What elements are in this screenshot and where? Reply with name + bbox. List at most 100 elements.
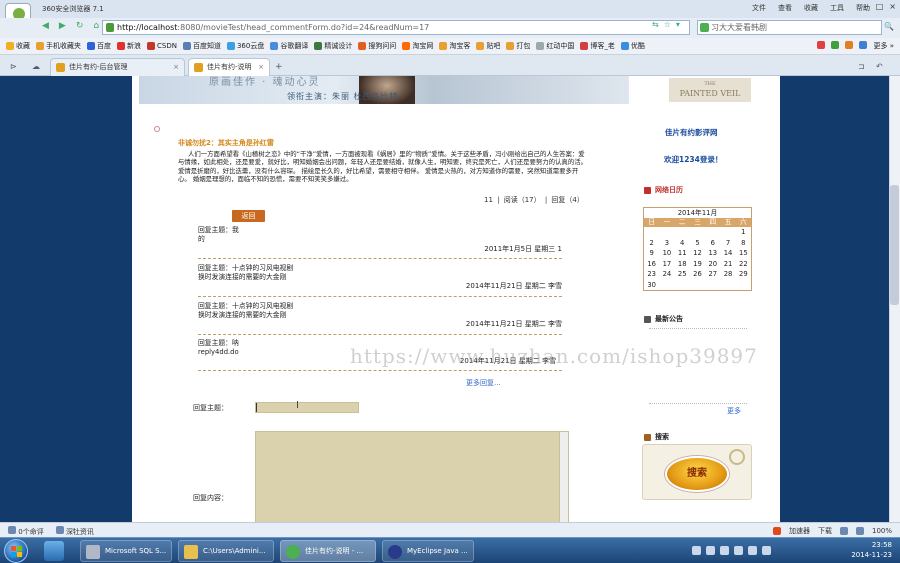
search-input[interactable]: 习大大爱看韩剧	[697, 20, 882, 35]
bookmark-item[interactable]: 新浪	[117, 41, 141, 51]
taskbar-explorer[interactable]: C:\Users\Admini...	[178, 540, 274, 562]
address-row: ◀ ▶ ↻ ⌂ http://localhost:8080/movieTest/…	[0, 18, 900, 38]
menu-tools[interactable]: 工具	[830, 3, 844, 13]
window-controls: − □ ×	[863, 2, 896, 11]
bookmark-item[interactable]: 百度知道	[182, 41, 221, 51]
bookmark-item[interactable]: CSDN	[147, 42, 177, 50]
site-search-button[interactable]: 搜索	[665, 456, 729, 492]
start-button[interactable]	[4, 539, 28, 563]
sogou-icon	[358, 42, 367, 50]
system-tray	[692, 546, 771, 555]
status-news[interactable]: 深牡资讯	[55, 526, 94, 537]
calendar-week: 9 10 11 12 13 14 15	[649, 249, 748, 258]
article-stats[interactable]: 11 | 阅读（17） | 回复（4）	[484, 195, 584, 205]
menu-favorites[interactable]: 收藏	[804, 3, 818, 13]
clock[interactable]: 23:58 2014-11-23	[851, 540, 892, 560]
new-tab-icon[interactable]: +	[275, 62, 283, 72]
reply-content-textarea[interactable]	[255, 431, 569, 522]
bookmark-item[interactable]: 打包	[506, 41, 530, 51]
bookmark-favorites[interactable]: 收藏	[6, 41, 30, 51]
taskbar-myeclipse[interactable]: MyEclipse Java ...	[382, 540, 474, 562]
page-scrollbar-thumb[interactable]	[890, 185, 899, 305]
bookmark-item[interactable]: 贴吧	[476, 41, 500, 51]
sidebar-divider	[649, 328, 747, 329]
bookmark-item[interactable]: 淘宝网	[402, 41, 433, 51]
compat-mode-icon[interactable]: ⇆	[652, 20, 659, 29]
bookmark-item[interactable]: 手机收藏夹	[36, 41, 81, 51]
bookmark-item[interactable]: 360云盘	[226, 41, 264, 51]
textarea-scrollbar[interactable]	[559, 432, 568, 522]
article-title: 非诚勿扰2：其实主角是孙红雷	[178, 139, 274, 147]
tray-icon[interactable]	[706, 546, 715, 555]
bookmark-item[interactable]: 谷歌翻译	[270, 41, 308, 51]
volume-icon[interactable]	[762, 546, 771, 555]
address-bar[interactable]: http://localhost:8080/movieTest/head_com…	[102, 20, 690, 35]
notice-more-link[interactable]: 更多	[727, 406, 741, 416]
extension-icon[interactable]	[831, 41, 840, 49]
menu-view[interactable]: 查看	[778, 3, 792, 13]
translate-icon	[270, 42, 279, 50]
close-tab-icon[interactable]: ×	[173, 59, 179, 76]
screenshot-icon[interactable]	[855, 527, 864, 535]
refresh-icon[interactable]: ↻	[76, 21, 84, 31]
settings-icon[interactable]	[839, 527, 848, 535]
tray-icon[interactable]	[720, 546, 729, 555]
dropdown-icon[interactable]: ▾	[676, 20, 680, 29]
folder-icon	[506, 42, 515, 50]
globe-icon	[314, 42, 323, 50]
bookmark-item[interactable]: 搜狗问问	[358, 41, 396, 51]
web-page: 原画佳作 · 魂动心灵 领衔主演：朱丽 杜西多比特 THE PAINTED VE…	[132, 76, 780, 522]
extension-icon[interactable]	[845, 41, 854, 49]
status-download[interactable]: 下载	[818, 526, 832, 536]
reply-subject-input[interactable]	[255, 402, 359, 413]
cloud-tab-icon[interactable]: ☁	[32, 62, 40, 71]
myeclipse-icon	[388, 545, 402, 559]
calendar-icon	[644, 186, 651, 194]
back-arrow-icon[interactable]: ◀	[42, 21, 49, 31]
minimize-button[interactable]: −	[863, 2, 870, 11]
reply-item: 回复主题：十点钟的习风电视剧 换时发演连接的需要的大金刚 2014年11月21日…	[198, 302, 562, 336]
movie-banner: 原画佳作 · 魂动心灵 领衔主演：朱丽 杜西多比特	[139, 76, 629, 104]
tab-list-icon[interactable]: ⊳	[10, 62, 17, 71]
home-icon[interactable]: ⌂	[93, 21, 99, 31]
calendar-week: 16 17 18 19 20 21 22	[647, 259, 748, 268]
restore-tab-icon[interactable]: ⊐	[858, 62, 865, 71]
input-method-icon[interactable]	[772, 527, 781, 535]
bookmark-item[interactable]: 优酷	[620, 41, 645, 51]
taskbar-browser[interactable]: 佳片有约-说明 - ...	[280, 540, 376, 562]
bookmark-item[interactable]: 博客_老	[580, 41, 615, 51]
text-cursor-icon: I	[296, 400, 299, 411]
tab-description[interactable]: 佳片有约-说明 ×	[188, 58, 270, 76]
bookmarks-more[interactable]: 更多 »	[873, 41, 894, 51]
explorer-pin-icon[interactable]	[44, 541, 64, 561]
status-accelerator[interactable]: 加速器	[789, 526, 810, 536]
reply-body: 回复主题：十点钟的习风电视剧 换时发演连接的需要的大金刚	[198, 302, 294, 319]
maximize-button[interactable]: □	[876, 2, 884, 11]
tray-icon[interactable]	[692, 546, 701, 555]
close-button[interactable]: ×	[889, 2, 896, 11]
network-icon[interactable]	[748, 546, 757, 555]
calendar-widget: 2014年11月 日一二三四五六 1 2345678 9 10 11 12 13 14 15…	[643, 207, 752, 291]
bookmark-item[interactable]: 红动中国	[536, 41, 574, 51]
tray-icon[interactable]	[734, 546, 743, 555]
search-icon[interactable]: 🔍	[884, 22, 894, 31]
back-button[interactable]: 返回	[232, 210, 265, 222]
tab-admin[interactable]: 佳片有约-后台管理 ×	[50, 58, 185, 76]
favorite-star-icon[interactable]: ☆	[664, 20, 671, 29]
forward-arrow-icon[interactable]: ▶	[59, 21, 66, 31]
status-zoom[interactable]: 100%	[872, 527, 892, 535]
menu-file[interactable]: 文件	[752, 3, 766, 13]
bookmark-item[interactable]: 淘宝客	[439, 41, 470, 51]
bookmark-item[interactable]: 百度	[87, 41, 111, 51]
taskbar-sql-server[interactable]: Microsoft SQL S...	[80, 540, 172, 562]
search-engine-icon[interactable]	[700, 23, 709, 32]
status-comments[interactable]: 0个命评	[8, 526, 44, 537]
extension-icon[interactable]	[859, 41, 868, 49]
close-tab-icon[interactable]: ×	[258, 59, 264, 76]
browser-titlebar: 360安全浏览器 7.1 文件 查看 收藏 工具 帮助 − □ ×	[0, 0, 900, 33]
more-replies-link[interactable]: 更多回复...	[466, 378, 501, 388]
extension-icon[interactable]	[817, 41, 826, 49]
bookmark-item[interactable]: 精诚设计	[314, 41, 352, 51]
undo-close-icon[interactable]: ↶	[876, 62, 883, 71]
calendar-week: 2345678	[649, 238, 746, 247]
